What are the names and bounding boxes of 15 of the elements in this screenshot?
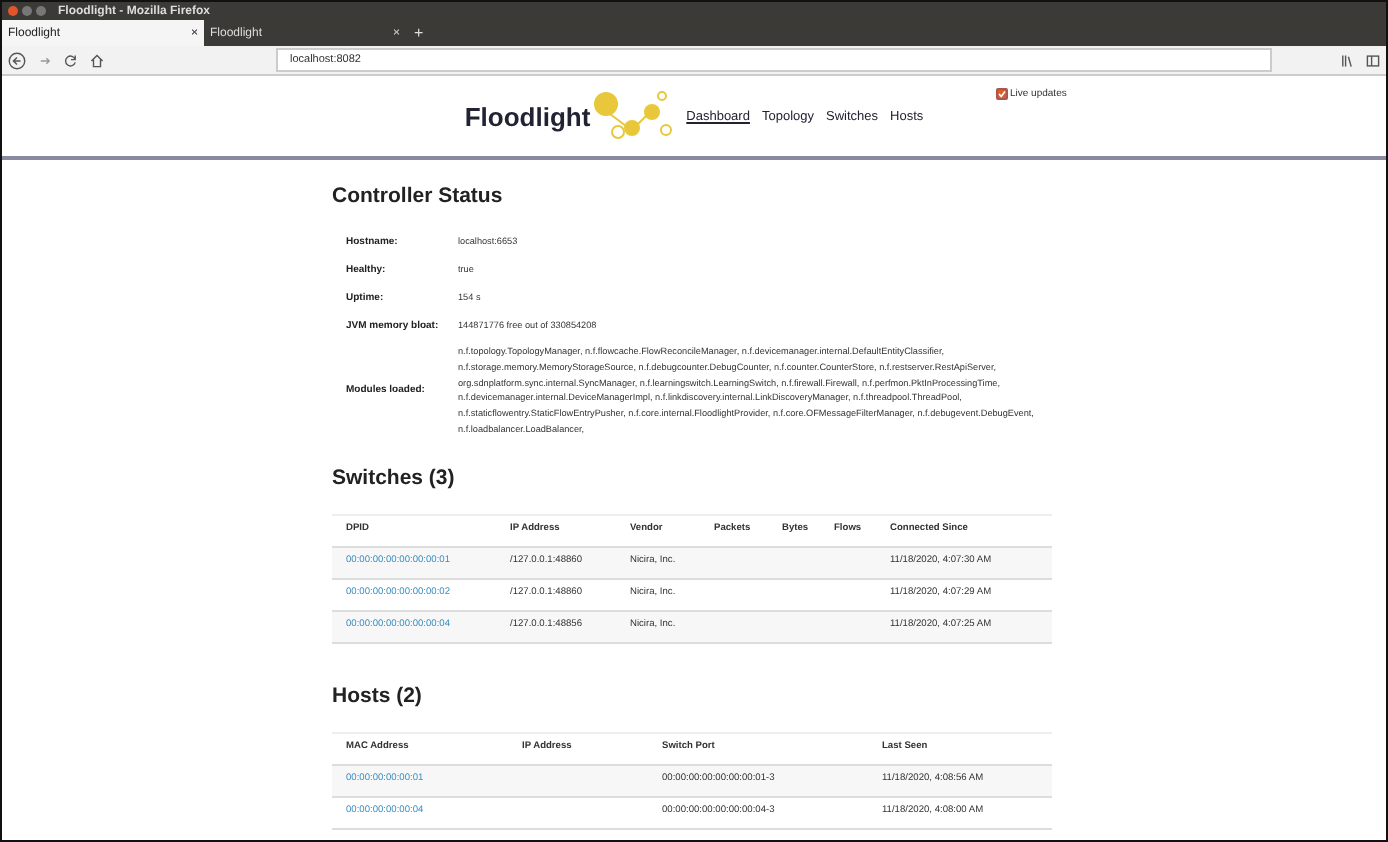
minimize-icon[interactable]	[22, 6, 32, 16]
new-tab-button[interactable]: +	[406, 24, 432, 42]
checkbox[interactable]	[996, 88, 1008, 100]
logo-text: Floodlight	[464, 101, 591, 131]
maximize-icon[interactable]	[36, 6, 46, 16]
reload-icon[interactable]	[64, 53, 78, 67]
section-title: Hosts (2)	[332, 683, 424, 708]
sidebar-icon[interactable]	[1366, 53, 1380, 67]
back-icon[interactable]	[8, 51, 26, 69]
section-title: Controller Status	[332, 184, 505, 208]
home-icon[interactable]	[90, 53, 104, 67]
close-icon[interactable]	[8, 6, 18, 16]
molecule-icon	[590, 88, 675, 144]
library-icon[interactable]	[1340, 53, 1354, 67]
section-title: Switches (3)	[332, 465, 457, 490]
